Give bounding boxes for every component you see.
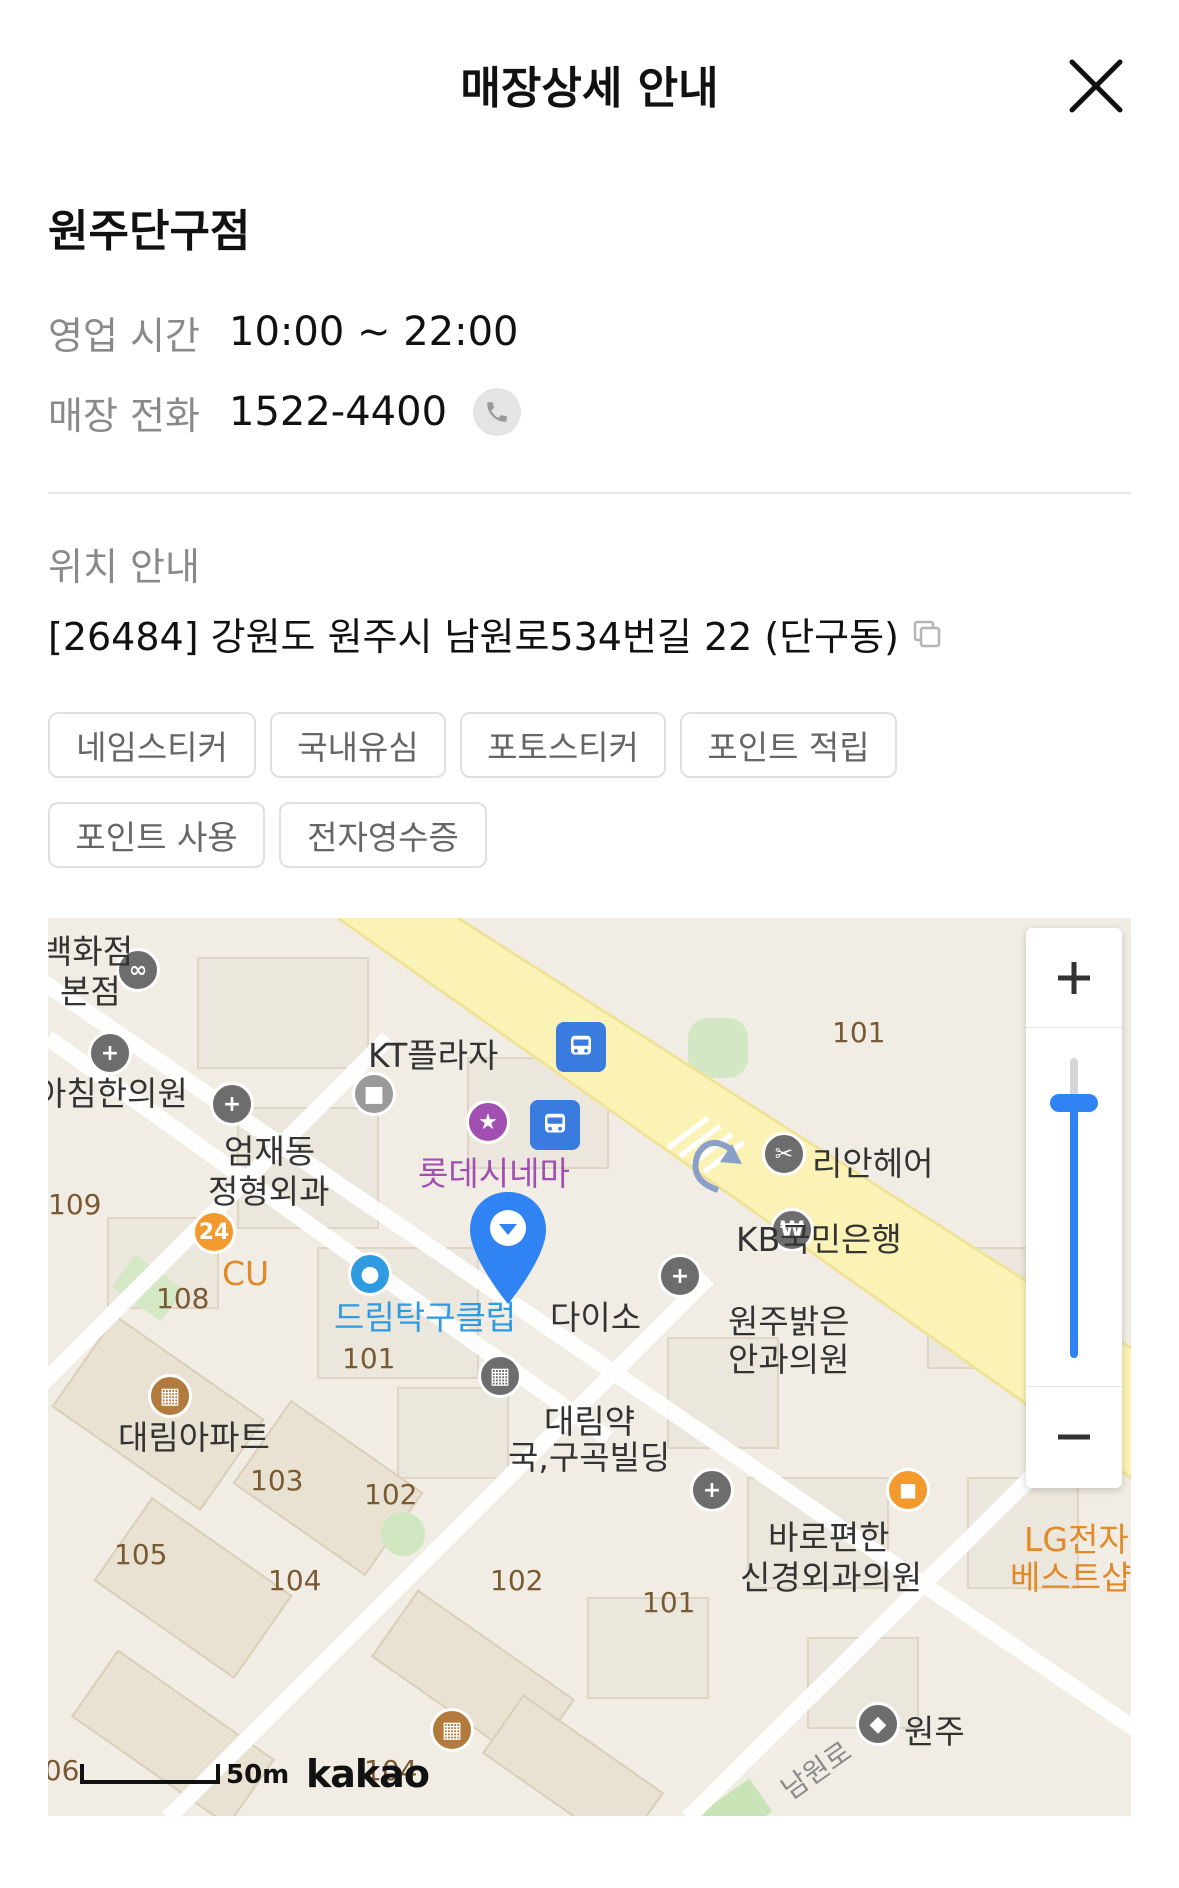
zoom-out-button[interactable]: [1026, 1386, 1122, 1486]
hours-label: 영업 시간: [48, 313, 200, 358]
map-label-morning-clinic: 아침한의원: [48, 1074, 188, 1113]
building-number: 101: [342, 1342, 396, 1375]
hours-value: 10:00 ~ 22:00: [229, 309, 519, 355]
page-title: 매장상세 안내: [460, 63, 719, 114]
neuro-clinic-icon[interactable]: +: [690, 1468, 734, 1512]
plus-icon: [1058, 961, 1090, 994]
lg-store-icon[interactable]: ◼: [886, 1468, 930, 1512]
phone-icon: [487, 402, 507, 422]
map-label-kt-plaza: KT플라자: [368, 1036, 499, 1075]
tag-point-earn: 포인트 적립: [680, 712, 897, 778]
convenience-store-icon[interactable]: 24: [192, 1210, 236, 1254]
wonju-poi-icon[interactable]: ◆: [856, 1702, 900, 1746]
building-number: 109: [48, 1188, 102, 1221]
map-label-dept-store-main: 본점: [60, 972, 121, 1011]
map-label-pharmacy: 대림약: [544, 1402, 636, 1441]
bus-stop-2-icon[interactable]: [530, 1100, 580, 1150]
building-number: 102: [364, 1478, 418, 1511]
map-label-eye-clinic: 원주밝은: [728, 1302, 850, 1341]
building-number: 101: [832, 1016, 886, 1049]
minus-icon: [1058, 1434, 1090, 1439]
map-label-pharmacy-building: 국,구곡빌딩: [508, 1438, 671, 1477]
map-label-lien-hair: 리안헤어: [812, 1144, 934, 1183]
location-label: 위치 안내: [48, 545, 200, 589]
pingpong-icon[interactable]: ●: [348, 1252, 392, 1296]
address-row: [26484] 강원도 원주시 남원로534번길 22 (단구동): [48, 606, 943, 661]
phone-label: 매장 전화: [48, 393, 200, 438]
tag-name-sticker: 네임스티커: [48, 712, 256, 778]
cinema-icon[interactable]: ★: [466, 1100, 510, 1144]
map-label-eye-clinic-2: 안과의원: [728, 1340, 850, 1379]
building-number: 101: [642, 1586, 696, 1619]
building-number: 102: [490, 1564, 544, 1597]
phone-value[interactable]: 1522-4400: [229, 389, 447, 435]
close-icon: [1069, 59, 1123, 113]
map-label-kb-bank: KB국민은행: [736, 1220, 902, 1259]
divider: [48, 492, 1131, 494]
zoom-in-button[interactable]: [1026, 928, 1122, 1028]
hair-salon-icon[interactable]: ✂: [762, 1132, 806, 1176]
building-icon[interactable]: ▦: [478, 1354, 522, 1398]
map-label-eomjaedong: 엄재동: [224, 1132, 316, 1171]
building-number: 104: [268, 1564, 322, 1597]
map-label-dept-store: 백화점: [48, 932, 134, 971]
call-button[interactable]: [473, 388, 522, 436]
close-button[interactable]: [1060, 50, 1132, 122]
store-marker-icon[interactable]: [466, 1188, 550, 1308]
shop-icon[interactable]: ■: [352, 1072, 396, 1116]
store-name: 원주단구점: [48, 206, 251, 257]
apartment-icon[interactable]: ▦: [148, 1374, 192, 1418]
apartment-2-icon[interactable]: ▦: [430, 1708, 474, 1752]
tag-point-use: 포인트 사용: [48, 802, 265, 868]
map-label-baro: 바로편한: [768, 1518, 890, 1557]
address-text: [26484] 강원도 원주시 남원로534번길 22 (단구동): [48, 615, 899, 659]
tag-photo-sticker: 포토스티커: [460, 712, 666, 778]
map-label-cu: CU: [222, 1254, 270, 1293]
copy-address-button[interactable]: [911, 618, 943, 650]
hospital-icon[interactable]: +: [210, 1082, 254, 1126]
zoom-slider-handle[interactable]: [1050, 1094, 1098, 1112]
map-label-lg: LG전자: [1024, 1520, 1129, 1559]
tag-e-receipt: 전자영수증: [279, 802, 487, 868]
store-map[interactable]: ∞ + + ■ ★ 24 ● ₩ + ▦ ▦ + ✂ ◼ ▦ ◆ 백화점 본점 …: [48, 918, 1131, 1816]
building-number: 105: [114, 1538, 168, 1571]
zoom-level-fill: [1070, 1103, 1078, 1358]
map-label-dream-club: 드림탁구클럽: [334, 1298, 517, 1337]
map-label-wonju: 원주: [904, 1712, 965, 1751]
header: 매장상세 안내: [0, 0, 1179, 170]
scale-label: 50m: [226, 1760, 290, 1790]
tag-domestic-usim: 국내유심: [270, 712, 446, 778]
map-label-daelim-apt: 대림아파트: [118, 1418, 270, 1457]
map-label-lotte-cinema: 롯데시네마: [418, 1154, 570, 1193]
map-label-daiso: 다이소: [550, 1298, 642, 1337]
building-number: 103: [250, 1464, 304, 1497]
hours-row: 영업 시간 10:00 ~ 22:00: [48, 304, 519, 360]
clinic-icon[interactable]: +: [88, 1031, 132, 1075]
building-number: 108: [156, 1282, 210, 1315]
kakao-logo: kakao: [306, 1752, 430, 1796]
phone-row: 매장 전화 1522-4400: [48, 384, 522, 440]
map-label-orthopedics: 정형외과: [208, 1172, 330, 1211]
zoom-control: [1026, 928, 1122, 1488]
map-label-lg-best: 베스트샵: [1010, 1558, 1131, 1597]
copy-icon: [913, 620, 941, 647]
bus-stop-icon[interactable]: [556, 1022, 606, 1072]
building-number: 106: [48, 1754, 80, 1787]
eye-clinic-icon[interactable]: +: [658, 1254, 702, 1298]
scale-bar: [80, 1764, 220, 1784]
map-label-neuro-clinic: 신경외과의원: [740, 1558, 923, 1597]
